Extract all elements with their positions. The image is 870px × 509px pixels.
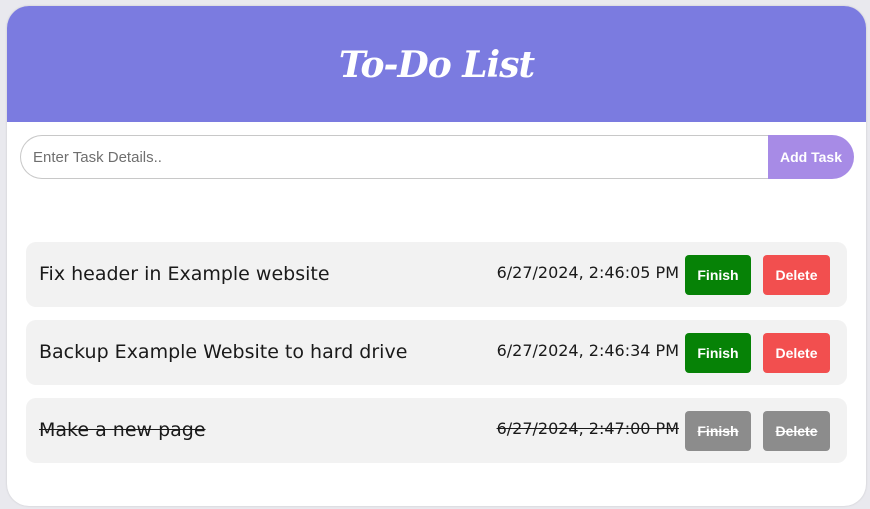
page-title: To-Do List [338, 44, 535, 86]
delete-button[interactable]: Delete [763, 255, 830, 295]
task-input[interactable] [20, 135, 768, 179]
todo-card: To-Do List Add Task Fix header in Exampl… [7, 6, 866, 506]
task-text: Fix header in Example website [39, 263, 330, 285]
task-text: Backup Example Website to hard drive [39, 341, 408, 363]
finish-button[interactable]: Finish [685, 411, 751, 451]
finish-button[interactable]: Finish [685, 333, 751, 373]
delete-button[interactable]: Delete [763, 333, 830, 373]
task-timestamp: 6/27/2024, 2:46:34 PM [496, 341, 679, 360]
task-text: Make a new page [39, 419, 206, 441]
add-task-button[interactable]: Add Task [768, 135, 854, 179]
task-timestamp: 6/27/2024, 2:47:00 PM [496, 419, 679, 438]
task-timestamp: 6/27/2024, 2:46:05 PM [496, 263, 679, 282]
task-item: Backup Example Website to hard drive 6/2… [26, 320, 847, 385]
task-list: Fix header in Example website 6/27/2024,… [26, 242, 847, 476]
delete-button[interactable]: Delete [763, 411, 830, 451]
finish-button[interactable]: Finish [685, 255, 751, 295]
add-task-form: Add Task [20, 135, 854, 179]
task-item: Make a new page 6/27/2024, 2:47:00 PM Fi… [26, 398, 847, 463]
task-item: Fix header in Example website 6/27/2024,… [26, 242, 847, 307]
header: To-Do List [7, 6, 866, 122]
